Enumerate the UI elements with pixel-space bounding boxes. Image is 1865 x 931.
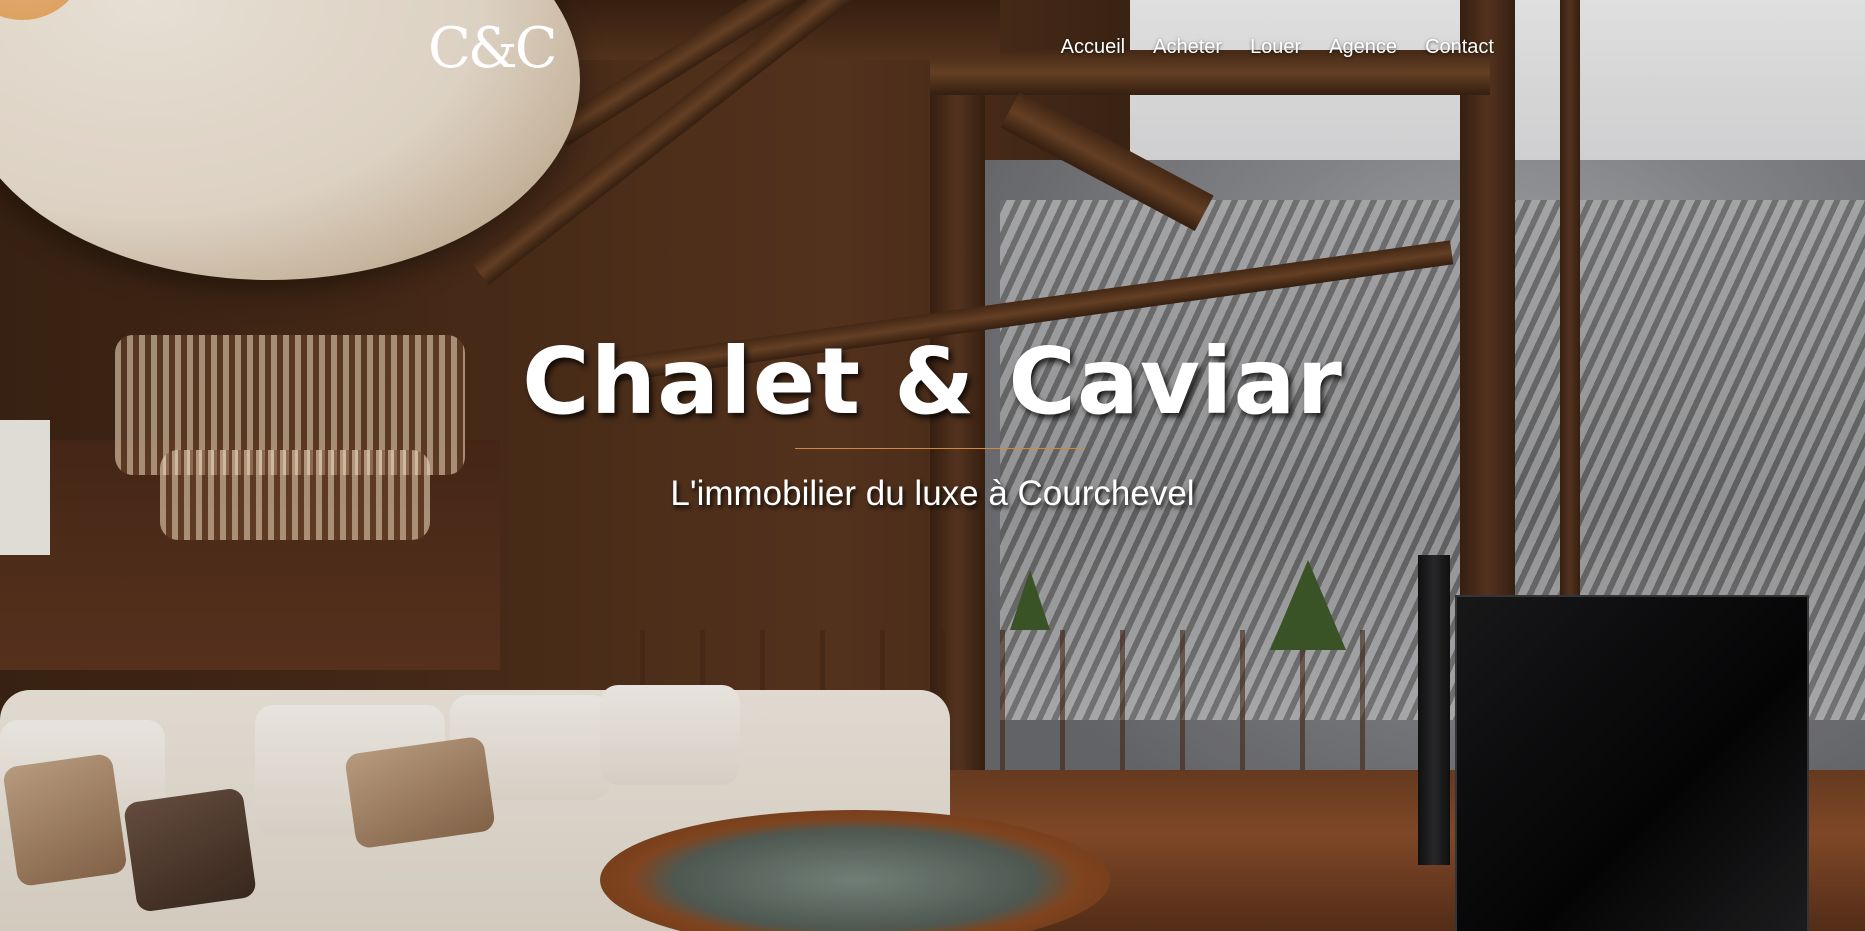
nav-item-accueil[interactable]: Accueil <box>1061 36 1125 59</box>
nav-item-louer[interactable]: Louer <box>1250 36 1301 59</box>
image-overlay <box>0 0 1865 931</box>
hero-background-image <box>0 0 1865 931</box>
nav-item-acheter[interactable]: Acheter <box>1153 36 1222 59</box>
nav-item-contact[interactable]: Contact <box>1425 36 1494 59</box>
title-divider <box>795 448 1085 449</box>
hero-subtitle: L'immobilier du luxe à Courchevel <box>670 474 1195 513</box>
main-nav: Accueil Acheter Louer Agence Contact <box>1061 36 1494 59</box>
brand-logo[interactable]: C&C <box>428 14 558 84</box>
nav-item-agence[interactable]: Agence <box>1329 36 1397 59</box>
hero-title: Chalet & Caviar <box>522 328 1343 435</box>
